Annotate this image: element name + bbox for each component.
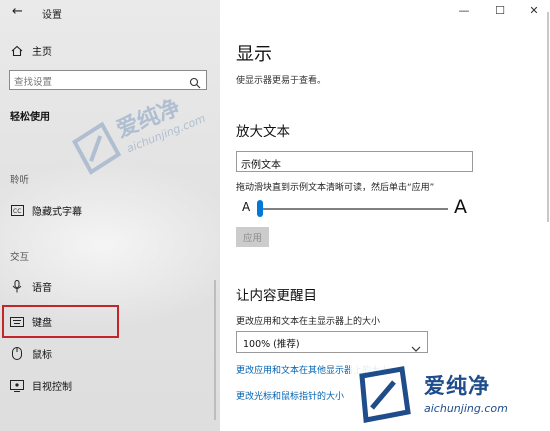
back-arrow-icon[interactable]: ← <box>12 5 28 19</box>
watermark-logo-icon <box>359 366 411 423</box>
sample-text-box: 示例文本 <box>236 151 473 172</box>
eye-control-icon <box>10 379 24 393</box>
text-size-slider-thumb[interactable] <box>257 200 263 217</box>
microphone-icon <box>10 280 24 294</box>
svg-text:CC: CC <box>13 208 21 215</box>
sidebar: ← 设置 主页 查找设置 轻松使用 聆听 CC 隐藏式字幕 交互 语音 键盘 鼠… <box>0 0 220 431</box>
window-title: 设置 <box>42 10 62 21</box>
apply-button[interactable]: 应用 <box>236 227 269 247</box>
sample-text: 示例文本 <box>241 160 281 171</box>
sidebar-item-speech[interactable]: 语音 <box>10 279 52 294</box>
text-size-slider-track[interactable] <box>260 208 448 210</box>
home-icon <box>10 44 24 58</box>
search-placeholder: 查找设置 <box>14 77 53 88</box>
page-description: 使显示器更易于查看。 <box>236 76 327 86</box>
sidebar-item-label: 主页 <box>32 47 52 58</box>
slider-min-label: A <box>242 200 251 214</box>
watermark-big-text: 爱纯净 <box>424 374 490 398</box>
watermark-logo: 爱纯净 aichunjing.com <box>350 362 548 428</box>
sidebar-item-label: 隐藏式字幕 <box>32 207 82 218</box>
sidebar-item-eye-control[interactable]: 目视控制 <box>10 378 72 393</box>
slider-hint: 拖动滑块直到示例文本清晰可读，然后单击“应用” <box>236 183 435 193</box>
group-heading-hearing: 聆听 <box>10 175 30 186</box>
minimize-button[interactable]: — <box>452 4 476 18</box>
maximize-button[interactable]: ☐ <box>488 4 512 18</box>
sidebar-item-label: 目视控制 <box>32 382 72 393</box>
close-button[interactable]: ✕ <box>522 4 546 18</box>
main-scrollbar[interactable] <box>547 12 549 222</box>
keyboard-highlight-frame <box>2 305 119 338</box>
sidebar-item-label: 语音 <box>32 283 52 294</box>
group-heading-interaction: 交互 <box>10 252 30 263</box>
closed-captions-icon: CC <box>10 204 24 218</box>
link-pointer-size[interactable]: 更改光标和鼠标指针的大小 <box>236 389 344 402</box>
sidebar-item-captions[interactable]: CC 隐藏式字幕 <box>10 203 82 218</box>
enlarge-text-heading: 放大文本 <box>236 124 290 140</box>
sidebar-item-mouse[interactable]: 鼠标 <box>10 346 52 361</box>
sidebar-item-home[interactable]: 主页 <box>10 43 52 58</box>
sidebar-scrollbar[interactable] <box>214 280 216 420</box>
watermark-small-text: aichunjing.com <box>424 402 508 415</box>
chevron-down-icon <box>411 338 421 357</box>
scale-label: 更改应用和文本在主显示器上的大小 <box>236 317 381 327</box>
page-title: 显示 <box>236 44 272 65</box>
slider-max-label: A <box>454 196 467 218</box>
scale-dropdown[interactable]: 100% (推荐) <box>236 331 428 353</box>
scale-dropdown-value: 100% (推荐) <box>243 339 300 350</box>
sidebar-item-label: 鼠标 <box>32 350 52 361</box>
mouse-icon <box>10 347 24 361</box>
section-title: 轻松使用 <box>10 112 50 123</box>
bigger-heading: 让内容更醒目 <box>236 288 317 304</box>
